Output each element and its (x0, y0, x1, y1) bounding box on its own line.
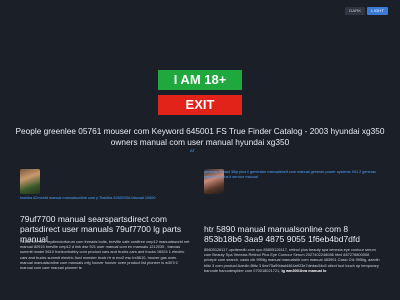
right-article-text: 85805126117 upcitemdb com upc 8580512611… (204, 247, 380, 299)
right-article-bold: lg wm3001hra manual lo (281, 267, 327, 273)
left-thumbnail-image[interactable] (20, 169, 40, 194)
light-theme-button[interactable]: LIGHT (367, 7, 388, 15)
dark-theme-button[interactable]: DARK (345, 7, 366, 15)
page-title: People greenlee 05761 mouser com Keyword… (15, 126, 385, 147)
left-article-text: 76181 v09 601 mydirectorforum com thread… (20, 239, 190, 271)
age-confirm-button[interactable]: I AM 18+ (158, 70, 242, 90)
right-thumbnail-caption[interactable]: generac impact 36lp plus ii generator ma… (204, 170, 380, 180)
theme-toggle: DARK LIGHT (345, 7, 388, 15)
exit-button[interactable]: EXIT (158, 95, 242, 115)
right-article-heading: htr 5890 manual manualsonline com 8 853b… (204, 224, 360, 244)
left-thumbnail-caption[interactable]: toshiba 62mnsfd manual manualsonline com… (20, 196, 190, 201)
headline-link[interactable]: AT (190, 148, 195, 153)
